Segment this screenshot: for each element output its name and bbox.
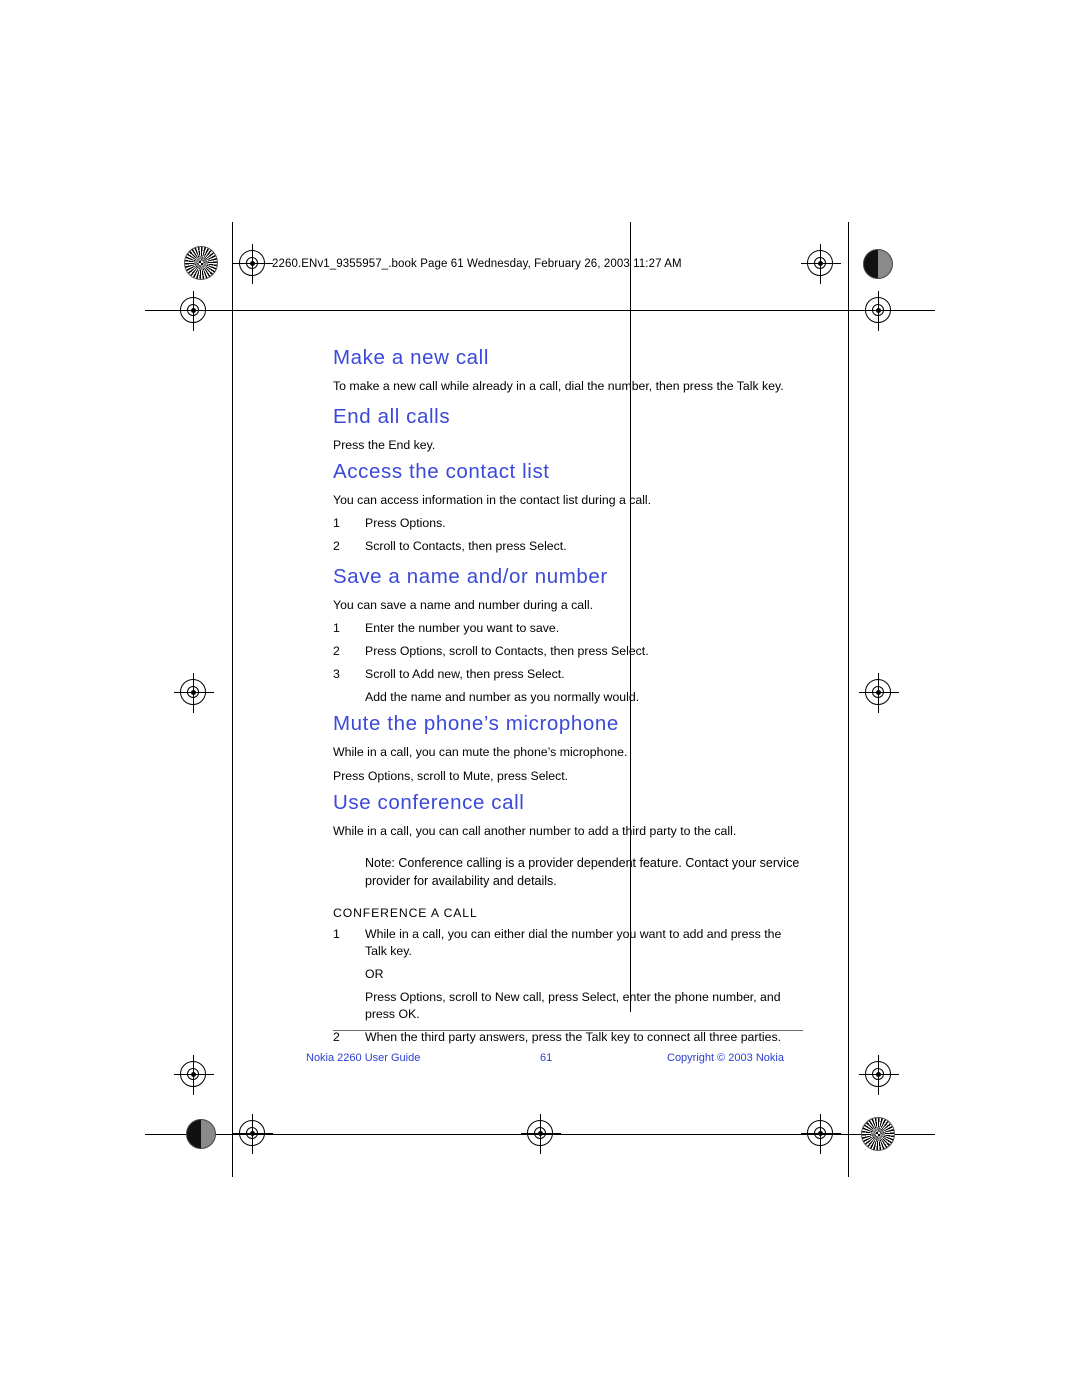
list-item: 1 Enter the number you want to save. [333, 620, 803, 637]
step-number: 1 [333, 927, 340, 941]
step-number: 1 [333, 621, 340, 635]
step-text: Enter the number you want to save. [365, 621, 560, 635]
section-text-access-the-contact-list: You can access information in the contac… [333, 493, 652, 507]
step-number: 3 [333, 667, 340, 681]
steps-save-a-name-and-or-number: 1 Enter the number you want to save. 2 P… [333, 620, 803, 683]
step-text: While in a call, you can either dial the… [365, 927, 782, 958]
section-text-mute-intro: While in a call, you can mute the phone’… [333, 745, 628, 759]
footer-copyright: Copyright © 2003 Nokia [667, 1052, 784, 1064]
crop-line-vertical-left [232, 222, 233, 1177]
step-number: 2 [333, 539, 340, 553]
step-text: Press Options, scroll to Contacts, then … [365, 644, 649, 658]
steps-access-the-contact-list: 1 Press Options. 2 Scroll to Contacts, t… [333, 515, 803, 555]
step-text: OR [365, 967, 384, 981]
crop-line-vertical-right [848, 222, 849, 1177]
list-item: 3 Scroll to Add new, then press Select. [333, 666, 803, 683]
step-text: Press Options, scroll to New call, press… [365, 990, 781, 1021]
step-text: Press Options. [365, 516, 446, 530]
step-text: Scroll to Contacts, then press Select. [365, 539, 567, 553]
step-text: When the third party answers, press the … [365, 1030, 782, 1044]
subheading-conference-a-call: CONFERENCE A CALL [333, 906, 478, 920]
section-text-end-all-calls: Press the End key. [333, 438, 436, 452]
step-number: 2 [333, 1030, 340, 1044]
footer-divider [333, 1030, 803, 1031]
step-text: Scroll to Add new, then press Select. [365, 667, 565, 681]
section-heading-end-all-calls: End all calls [333, 405, 451, 428]
registration-sunburst-bottom-right [861, 1117, 895, 1151]
page-content: Make a new call To make a new call while… [333, 345, 803, 1046]
registration-mark-bottom-left-inner [233, 1114, 273, 1154]
registration-mark-right-upper [859, 291, 899, 331]
registration-mark-top-right-inner [801, 244, 841, 284]
section-trailing-save-a-name-and-or-number: Add the name and number as you normally … [365, 690, 640, 704]
step-number: 1 [333, 516, 340, 530]
section-text-mute-instruction: Press Options, scroll to Mute, press Sel… [333, 769, 569, 783]
registration-mark-bottom-right-inner [801, 1114, 841, 1154]
registration-halfmoon-bottom-left [186, 1119, 216, 1149]
list-item: 2 When the third party answers, press th… [333, 1029, 803, 1046]
registration-mark-right-middle [859, 673, 899, 713]
section-text-save-a-name-and-or-number: You can save a name and number during a … [333, 598, 593, 612]
registration-mark-top-left-inner [233, 244, 273, 284]
list-item: 1 While in a call, you can either dial t… [333, 926, 803, 960]
print-header: 2260.ENv1_9355957_.book Page 61 Wednesda… [272, 258, 682, 270]
registration-mark-left-upper [174, 291, 214, 331]
note-conference-calling: Note: Conference calling is a provider d… [365, 856, 800, 888]
steps-conference-a-call: 1 While in a call, you can either dial t… [333, 926, 803, 1046]
section-heading-save-a-name-and-or-number: Save a name and/or number [333, 565, 608, 588]
section-text-make-a-new-call: To make a new call while already in a ca… [333, 379, 784, 393]
section-heading-access-the-contact-list: Access the contact list [333, 460, 550, 483]
section-heading-mute-the-phones-microphone: Mute the phone’s microphone [333, 712, 619, 735]
list-item: 1 Press Options. [333, 515, 803, 532]
list-item: 2 Scroll to Contacts, then press Select. [333, 538, 803, 555]
registration-mark-left-middle [174, 673, 214, 713]
registration-mark-left-lower [174, 1055, 214, 1095]
list-item: OR [333, 966, 803, 983]
section-heading-use-conference-call: Use conference call [333, 791, 525, 814]
registration-halfmoon-top-right [863, 249, 893, 279]
list-item: Press Options, scroll to New call, press… [333, 989, 803, 1023]
list-item: 2 Press Options, scroll to Contacts, the… [333, 643, 803, 660]
registration-sunburst-top-left [184, 246, 218, 280]
section-text-use-conference-call: While in a call, you can call another nu… [333, 824, 737, 838]
registration-mark-right-lower [859, 1055, 899, 1095]
section-heading-make-a-new-call: Make a new call [333, 346, 489, 369]
footer-page-number: 61 [540, 1052, 553, 1064]
crop-line-horizontal-top [145, 310, 935, 311]
step-number: 2 [333, 644, 340, 658]
footer-left-guide-title: Nokia 2260 User Guide [306, 1052, 421, 1064]
registration-mark-bottom-center [521, 1114, 561, 1154]
